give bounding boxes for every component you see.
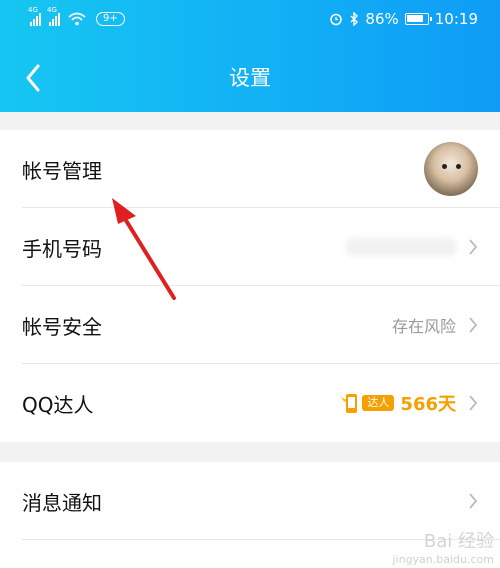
row-qq-master[interactable]: QQ达人 达人 566天	[0, 364, 500, 442]
row-label: QQ达人	[22, 392, 94, 417]
wifi-icon	[68, 12, 86, 26]
notification-badge: 9+	[96, 12, 125, 26]
security-status: 存在风险	[391, 317, 456, 336]
badge-text: 达人	[362, 395, 395, 411]
chevron-right-icon	[469, 395, 478, 411]
bluetooth-icon	[350, 12, 359, 26]
status-right: 86% 10:19	[329, 10, 478, 28]
settings-group-account: 帐号管理 手机号码 帐号安全 存在风险 QQ达人 达人 566天	[0, 130, 500, 442]
watermark-logo: Bai 经验	[423, 531, 494, 552]
row-label: 帐号安全	[22, 314, 102, 339]
clock: 10:19	[434, 10, 478, 28]
avatar	[424, 142, 478, 196]
row-security[interactable]: 帐号安全 存在风险	[0, 286, 500, 364]
chevron-right-icon	[469, 493, 478, 509]
status-left: 4G 4G 9+	[28, 6, 125, 26]
signal-icon: 4G	[28, 6, 41, 26]
qq-master-days: 566天	[400, 394, 456, 415]
row-label: 帐号管理	[22, 158, 102, 183]
status-bar: 4G 4G 9+ 86% 10:19	[0, 0, 500, 40]
battery-percent: 86%	[365, 10, 399, 28]
qq-master-info: 达人 566天	[340, 390, 456, 416]
alarm-icon	[330, 13, 343, 26]
row-label: 手机号码	[22, 236, 102, 261]
row-label: 消息通知	[22, 490, 102, 515]
watermark: Bai 经验 jingyan.baidu.com	[392, 527, 494, 566]
network-tag: 4G	[47, 6, 57, 14]
row-phone[interactable]: 手机号码	[0, 208, 500, 286]
app-header: 4G 4G 9+ 86% 10:19 设置	[0, 0, 500, 112]
watermark-url: jingyan.baidu.com	[392, 553, 494, 566]
page-title: 设置	[229, 66, 271, 90]
battery-icon	[404, 13, 432, 25]
qq-master-badge: 达人	[340, 390, 395, 416]
winged-phone-icon	[341, 394, 358, 413]
network-tag: 4G	[28, 6, 38, 14]
signal-icon: 4G	[47, 6, 60, 26]
blurred-value	[346, 238, 456, 256]
chevron-right-icon	[469, 317, 478, 333]
row-account-manage[interactable]: 帐号管理	[0, 130, 500, 208]
chevron-right-icon	[469, 239, 478, 255]
